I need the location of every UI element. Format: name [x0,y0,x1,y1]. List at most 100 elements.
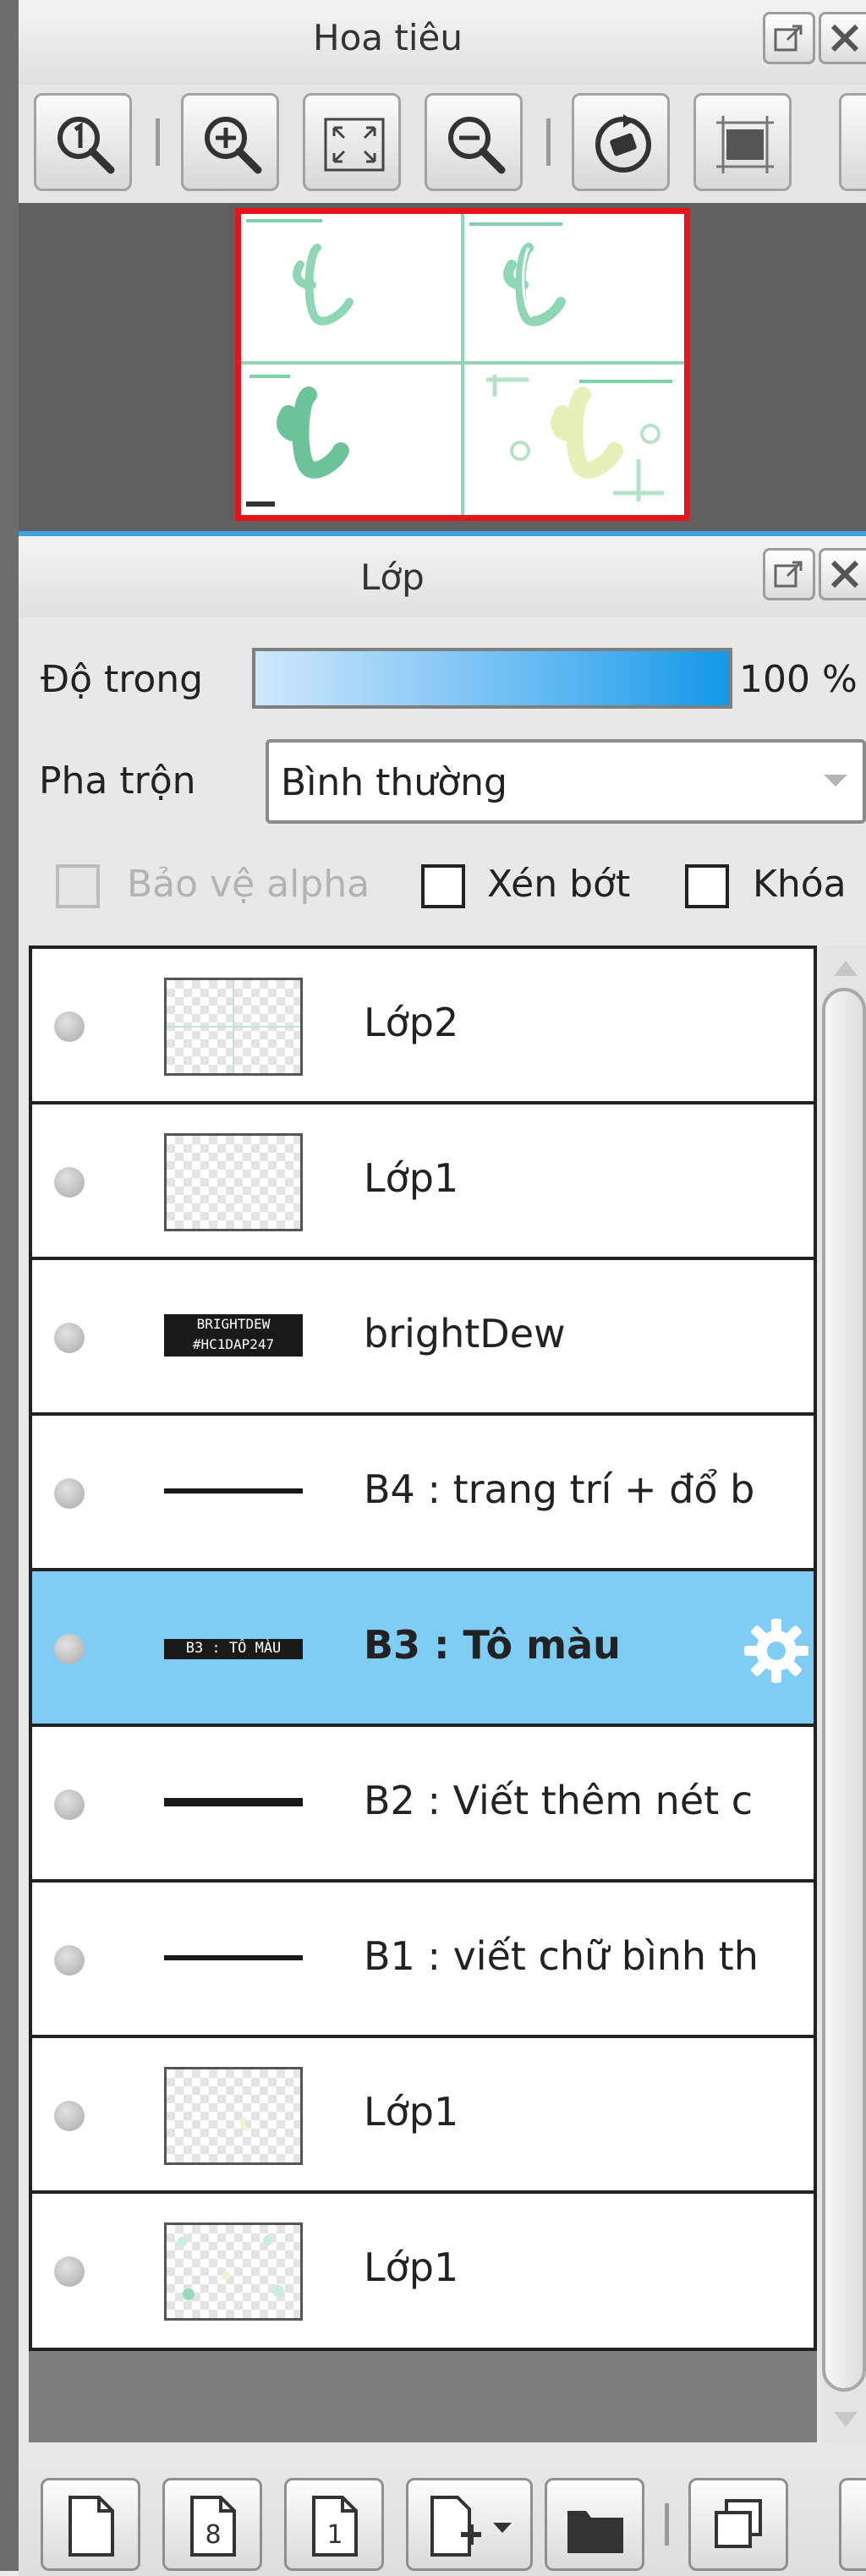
clip-label: Xén bớt [487,863,631,906]
chevron-down-icon [824,775,847,787]
opacity-slider[interactable] [252,648,732,709]
undock-button[interactable] [763,12,815,64]
scroll-down-icon[interactable] [834,2412,858,2427]
layer-name: Lớp1 [364,2089,459,2135]
clip-checkbox[interactable] [421,864,465,908]
zoom-actual-icon [58,117,115,174]
layer-thumbnail [164,2067,303,2165]
fit-window-button[interactable] [303,93,401,191]
layer-thumbnail [164,1488,303,1494]
toolbar-separator [665,2503,669,2546]
layer-row[interactable]: B4 : trang trí + đổ b [32,1416,814,1571]
zoom-in-icon [205,117,262,174]
visibility-toggle[interactable] [54,1167,85,1198]
visibility-toggle[interactable] [54,1634,85,1664]
protect-alpha-checkbox[interactable] [56,864,100,908]
left-edge-strip [0,0,19,2571]
lock-checkbox[interactable] [685,864,729,908]
zoom-out-button[interactable] [425,93,523,191]
new-8bit-layer-button[interactable]: 8 [162,2478,262,2571]
blend-mode-select[interactable]: Bình thường [266,739,866,824]
zoom-actual-button[interactable] [34,93,132,191]
visibility-toggle[interactable] [54,1789,85,1820]
layer-thumbnail [164,1133,303,1231]
new-folder-icon [567,2511,623,2553]
layer-thumbnail [164,1798,303,1806]
visibility-toggle[interactable] [54,2256,85,2287]
blend-mode-label: Pha trộn [39,759,196,803]
more-tools-button[interactable] [839,93,866,191]
navigator-toolbar [19,85,866,203]
layer-name: B3 : Tô màu [364,1622,621,1668]
layer-row[interactable]: Lớp1 [32,1104,814,1260]
scroll-up-icon[interactable] [834,961,858,976]
duplicate-layer-button[interactable] [688,2478,788,2571]
undock-button[interactable] [763,548,815,600]
layer-row[interactable]: B1 : viết chữ bình th [32,1883,814,2038]
rotate-reset-button[interactable] [572,93,670,191]
close-icon [830,24,859,52]
navigator-panel: Hoa tiêu [19,0,866,531]
layer-panel: Lớp Độ trong 100 % Pha trộn Bình thường … [19,531,866,2576]
new-1bit-layer-icon: 1 [312,2496,358,2557]
more-layer-tools-button[interactable] [839,2478,866,2571]
layer-row[interactable]: Lớp1 [32,2194,814,2348]
layer-thumbnail [164,1955,303,1960]
svg-text:8: 8 [205,2520,221,2550]
layer-panel-title: Lớp [360,556,425,598]
layer-name: Lớp1 [364,1155,459,1201]
layer-name: Lớp1 [364,2244,459,2290]
protect-alpha-label: Bảo vệ alpha [127,863,370,906]
navigator-preview[interactable] [235,208,690,521]
layer-list: Lớp2 Lớp1 BRIGHTDEW #HC1DAP247 brightDew… [29,945,817,2351]
layer-name: B2 : Viết thêm nét c [364,1778,754,1823]
layer-row[interactable]: BRIGHTDEW #HC1DAP247 brightDew [32,1260,814,1416]
layer-name: Lớp2 [364,1000,459,1045]
zoom-in-button[interactable] [181,93,279,191]
toolbar-separator [156,118,160,166]
toolbar-separator [546,118,551,166]
layer-row[interactable]: Lớp1 [32,2038,814,2194]
layer-thumbnail: BRIGHTDEW #HC1DAP247 [164,1314,303,1357]
layer-row[interactable]: Lớp2 [32,949,814,1104]
new-8bit-layer-icon: 8 [190,2496,236,2557]
close-button[interactable] [819,548,866,600]
gear-icon[interactable] [741,1615,812,1686]
navigator-header: Hoa tiêu [19,0,866,85]
duplicate-layer-icon [715,2499,762,2548]
add-layer-menu-icon [430,2496,512,2557]
visibility-toggle[interactable] [54,2101,85,2131]
add-layer-menu-button[interactable] [406,2478,533,2571]
opacity-label: Độ trong [41,658,204,701]
layer-list-scrollbar[interactable] [822,945,866,2442]
visibility-toggle[interactable] [54,1478,85,1509]
new-1bit-layer-button[interactable]: 1 [284,2478,384,2571]
layer-thumbnail [164,2222,303,2321]
undock-icon [774,561,803,588]
zoom-out-icon [448,117,506,174]
layer-name: B4 : trang trí + đổ b [364,1466,755,1512]
new-layer-icon [69,2496,114,2557]
close-button[interactable] [819,12,866,64]
visibility-toggle[interactable] [54,1323,85,1353]
layer-thumbnail: B3 : TÔ MÀU [164,1639,303,1659]
layer-name: brightDew [364,1311,566,1357]
undock-icon [774,25,803,52]
rotate-reset-icon [595,114,651,173]
navigator-title: Hoa tiêu [313,17,463,58]
svg-text:1: 1 [326,2520,343,2550]
close-icon [830,560,859,589]
scrollbar-thumb[interactable] [822,988,866,2392]
fit-canvas-icon [716,116,774,173]
canvas-thumbnail [241,214,684,515]
layer-row-selected[interactable]: B3 : TÔ MÀU B3 : Tô màu [32,1571,814,1727]
fit-canvas-button[interactable] [693,93,792,191]
layer-row[interactable]: B2 : Viết thêm nét c [32,1727,814,1883]
opacity-value: 100 % [739,658,858,701]
new-layer-button[interactable] [41,2478,140,2571]
visibility-toggle[interactable] [54,1011,85,1042]
visibility-toggle[interactable] [54,1945,85,1976]
new-folder-button[interactable] [545,2478,644,2571]
layer-list-empty-area [29,2351,817,2442]
layer-thumbnail [164,978,303,1076]
